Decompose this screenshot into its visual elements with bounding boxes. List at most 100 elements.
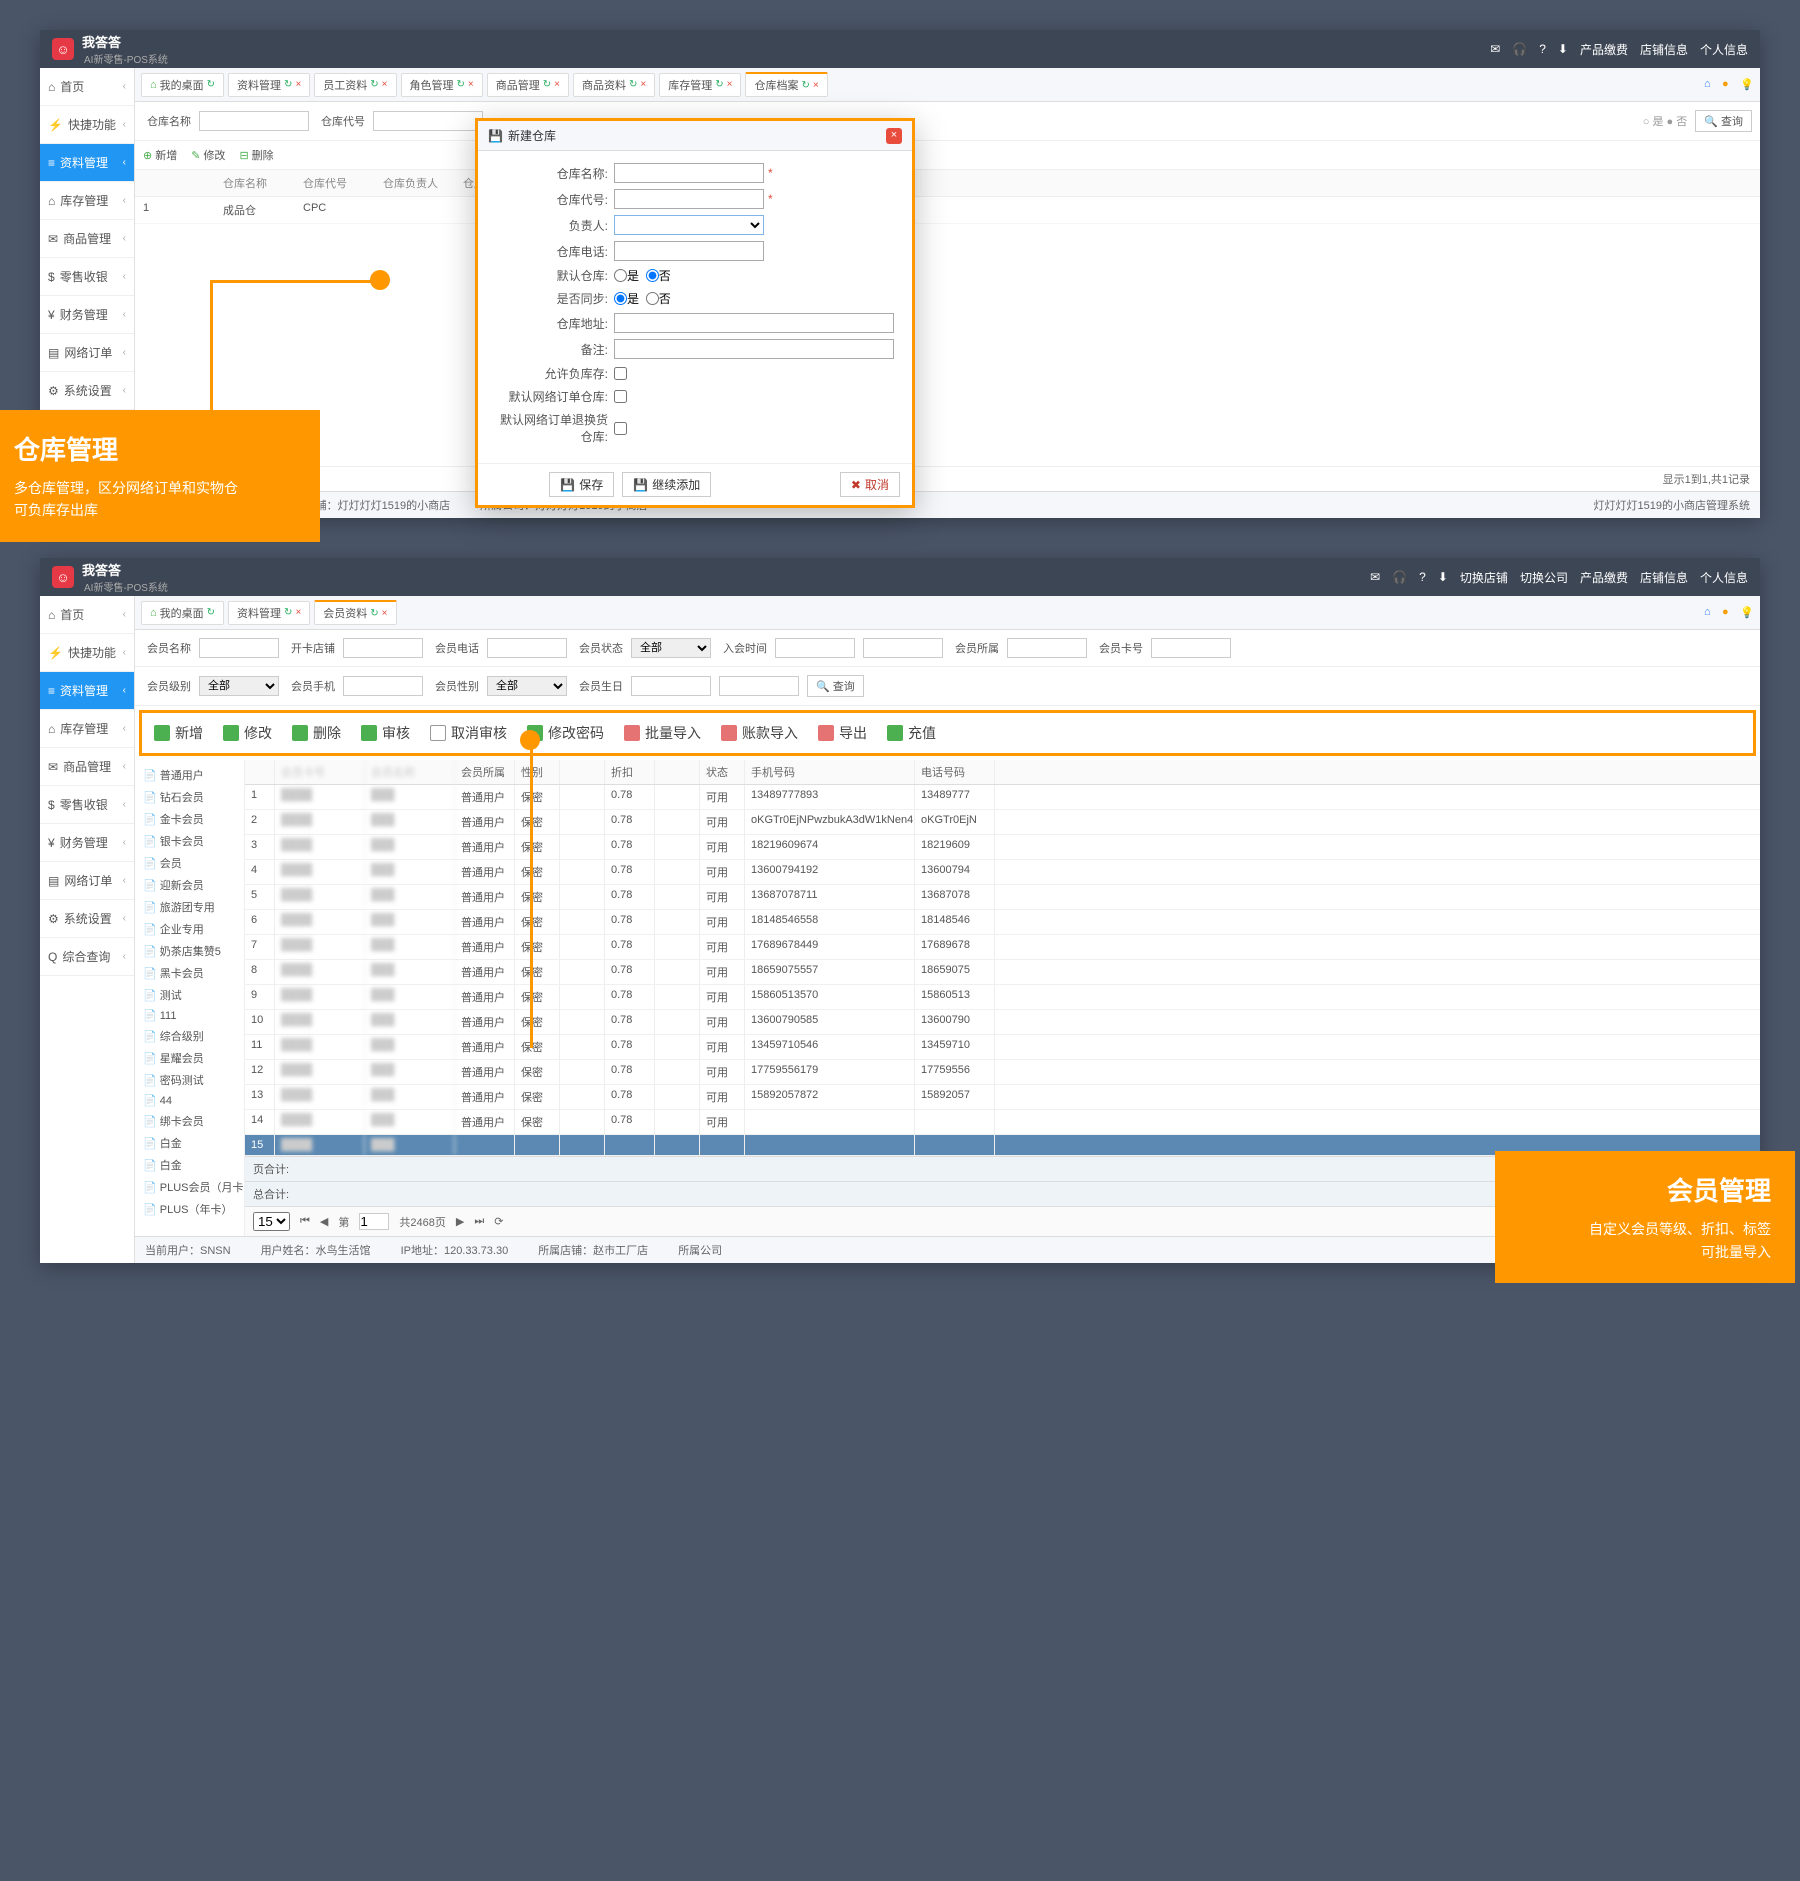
- tab-0[interactable]: ⌂我的桌面 ↻: [141, 73, 224, 97]
- sidebar-item-7[interactable]: ▤网络订单‹: [40, 862, 134, 900]
- btn-query[interactable]: 🔍 查询: [1695, 110, 1752, 132]
- btn-save[interactable]: 💾保存: [549, 472, 614, 497]
- chk-neg[interactable]: [614, 367, 627, 380]
- f-status[interactable]: 全部: [631, 638, 711, 658]
- sidebar-item-7[interactable]: ▤网络订单‹: [40, 334, 134, 372]
- sidebar-item-1[interactable]: ⚡快捷功能‹: [40, 106, 134, 144]
- bulb-icon[interactable]: 💡: [1740, 606, 1754, 620]
- tree-item[interactable]: 📄 白金: [135, 1132, 244, 1154]
- sidebar-item-0[interactable]: ⌂首页‹: [40, 596, 134, 634]
- f-shop[interactable]: [343, 638, 423, 658]
- tree-item[interactable]: 📄 银卡会员: [135, 830, 244, 852]
- download-icon[interactable]: ⬇: [1438, 570, 1448, 584]
- tab-2[interactable]: 员工资料 ↻×: [314, 73, 396, 97]
- tree-item[interactable]: 📄 白金: [135, 1154, 244, 1176]
- dg-row[interactable]: 3███████普通用户保密0.78可用1821960967418219609: [245, 835, 1760, 860]
- close-icon[interactable]: ×: [886, 128, 902, 144]
- tree-item[interactable]: 📄 绑卡会员: [135, 1110, 244, 1132]
- radio-sync-no[interactable]: [646, 292, 659, 305]
- pager-prev[interactable]: ◀: [320, 1215, 328, 1228]
- f-level[interactable]: 全部: [199, 676, 279, 696]
- sidebar-item-5[interactable]: $零售收银‹: [40, 258, 134, 296]
- input-name[interactable]: [614, 163, 764, 183]
- tree-item[interactable]: 📄 钻石会员: [135, 786, 244, 808]
- tree-item[interactable]: 📄 综合级别: [135, 1025, 244, 1047]
- sidebar-item-3[interactable]: ⌂库存管理‹: [40, 710, 134, 748]
- grid-row[interactable]: 1成品仓CPC: [135, 197, 1760, 224]
- tab-6[interactable]: 库存管理 ↻×: [659, 73, 741, 97]
- btn-del[interactable]: 删除: [292, 723, 341, 743]
- dg-row[interactable]: 10███████普通用户保密0.78可用1360079058513600790: [245, 1010, 1760, 1035]
- link-shop-info[interactable]: 店铺信息: [1640, 41, 1688, 58]
- tab-3[interactable]: 角色管理 ↻×: [401, 73, 483, 97]
- f-birth1[interactable]: [631, 676, 711, 696]
- theme-icon[interactable]: ●: [1722, 78, 1736, 92]
- dg-row[interactable]: 8███████普通用户保密0.78可用1865907555718659075: [245, 960, 1760, 985]
- sidebar-item-2[interactable]: ≡资料管理‹: [40, 672, 134, 710]
- page-input[interactable]: [359, 1213, 389, 1230]
- mail-icon[interactable]: ✉: [1370, 570, 1380, 584]
- page-size[interactable]: 15: [253, 1212, 290, 1231]
- sidebar-item-4[interactable]: ✉商品管理‹: [40, 220, 134, 258]
- tab-5[interactable]: 商品资料 ↻×: [573, 73, 655, 97]
- sidebar-item-8[interactable]: ⚙系统设置‹: [40, 372, 134, 410]
- sidebar-item-6[interactable]: ¥财务管理‹: [40, 824, 134, 862]
- dg-row[interactable]: 7███████普通用户保密0.78可用1768967844917689678: [245, 935, 1760, 960]
- dg-row[interactable]: 1███████普通用户保密0.78可用1348977789313489777: [245, 785, 1760, 810]
- link-user-info[interactable]: 个人信息: [1700, 569, 1748, 586]
- sidebar-item-3[interactable]: ⌂库存管理‹: [40, 182, 134, 220]
- tree-item[interactable]: 📄 44: [135, 1091, 244, 1110]
- btn-add[interactable]: ⊕新增: [143, 147, 177, 163]
- f-birth2[interactable]: [719, 676, 799, 696]
- select-owner[interactable]: [614, 215, 764, 235]
- help-icon[interactable]: ?: [1539, 42, 1546, 56]
- pager-first[interactable]: ⏮: [300, 1215, 310, 1228]
- f-join1[interactable]: [775, 638, 855, 658]
- f-name[interactable]: [199, 638, 279, 658]
- btn-continue[interactable]: 💾继续添加: [622, 472, 711, 497]
- tree-item[interactable]: 📄 PLUS（年卡）: [135, 1198, 244, 1220]
- btn-edit[interactable]: 修改: [223, 723, 272, 743]
- btn-audit[interactable]: 审核: [361, 723, 410, 743]
- dg-row[interactable]: 4███████普通用户保密0.78可用1360079419213600794: [245, 860, 1760, 885]
- input-whname[interactable]: [199, 111, 309, 131]
- dg-row[interactable]: 12███████普通用户保密0.78可用1775955617917759556: [245, 1060, 1760, 1085]
- btn-export[interactable]: 导出: [818, 723, 867, 743]
- link-product-fee[interactable]: 产品缴费: [1580, 569, 1628, 586]
- f-card[interactable]: [1151, 638, 1231, 658]
- tree-item[interactable]: 📄 密码测试: [135, 1069, 244, 1091]
- pager-last[interactable]: ⏭: [474, 1215, 484, 1228]
- sidebar-item-1[interactable]: ⚡快捷功能‹: [40, 634, 134, 672]
- dg-row[interactable]: 9███████普通用户保密0.78可用1586051357015860513: [245, 985, 1760, 1010]
- radio-sync-yes[interactable]: [614, 292, 627, 305]
- sidebar-item-4[interactable]: ✉商品管理‹: [40, 748, 134, 786]
- tree-item[interactable]: 📄 黑卡会员: [135, 962, 244, 984]
- btn-edit[interactable]: ✎修改: [191, 147, 225, 163]
- dg-row[interactable]: 6███████普通用户保密0.78可用1814854655818148546: [245, 910, 1760, 935]
- tree-item[interactable]: 📄 金卡会员: [135, 808, 244, 830]
- tree-item[interactable]: 📄 星耀会员: [135, 1047, 244, 1069]
- input-note[interactable]: [614, 339, 894, 359]
- f-belong[interactable]: [1007, 638, 1087, 658]
- dg-row[interactable]: 2███████普通用户保密0.78可用oKGTr0EjNPwzbukA3dW1…: [245, 810, 1760, 835]
- btn-del[interactable]: ⊟删除: [239, 147, 273, 163]
- input-addr[interactable]: [614, 313, 894, 333]
- headset-icon[interactable]: 🎧: [1392, 570, 1407, 584]
- tree-item[interactable]: 📄 迎新会员: [135, 874, 244, 896]
- dg-row[interactable]: 5███████普通用户保密0.78可用1368707871113687078: [245, 885, 1760, 910]
- btn-add[interactable]: 新增: [154, 723, 203, 743]
- tree-item[interactable]: 📄 测试: [135, 984, 244, 1006]
- link-product-fee[interactable]: 产品缴费: [1580, 41, 1628, 58]
- tree-item[interactable]: 📄 PLUS会员（月卡）: [135, 1176, 244, 1198]
- radio-default-no[interactable]: [646, 269, 659, 282]
- btn-import[interactable]: 批量导入: [624, 723, 701, 743]
- f-phone[interactable]: [487, 638, 567, 658]
- sidebar-item-0[interactable]: ⌂首页‹: [40, 68, 134, 106]
- pager-refresh[interactable]: ⟳: [494, 1215, 503, 1228]
- headset-icon[interactable]: 🎧: [1512, 42, 1527, 56]
- tree-item[interactable]: 📄 会员: [135, 852, 244, 874]
- tree-item[interactable]: 📄 旅游团专用: [135, 896, 244, 918]
- input-phone[interactable]: [614, 241, 764, 261]
- tab-1[interactable]: 资料管理 ↻×: [228, 601, 310, 625]
- link-switch-shop[interactable]: 切换店铺: [1460, 569, 1508, 586]
